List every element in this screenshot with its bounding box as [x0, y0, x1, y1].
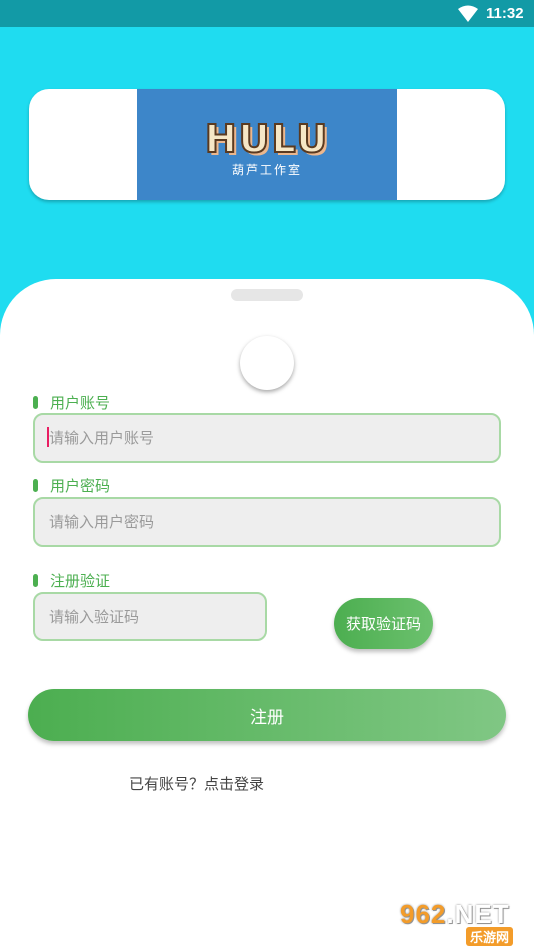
account-input[interactable]: [33, 413, 501, 463]
account-label-text: 用户账号: [50, 393, 111, 412]
watermark-domain: .NET: [446, 899, 510, 929]
status-bar: 11:32: [0, 0, 534, 27]
wifi-icon: [458, 5, 478, 22]
logo-wordmark: HULU: [204, 116, 330, 162]
verify-label: 注册验证: [33, 570, 110, 590]
sheet-handle: [231, 289, 303, 301]
login-link[interactable]: 已有账号？点击登录: [129, 773, 264, 794]
password-input[interactable]: [33, 497, 501, 547]
watermark-logo: 962.NET: [400, 899, 510, 930]
password-label-text: 用户密码: [50, 476, 111, 495]
watermark-number: 962: [400, 899, 447, 929]
watermark-site-name: 乐游网: [466, 927, 514, 946]
label-marker-icon: [33, 395, 38, 409]
verify-code-input[interactable]: [33, 592, 267, 641]
status-time: 11:32: [486, 5, 524, 22]
get-code-button[interactable]: 获取验证码: [334, 598, 433, 649]
label-marker-icon: [33, 573, 38, 587]
label-marker-icon: [33, 478, 38, 492]
logo-card: HULU 葫芦工作室: [29, 89, 505, 200]
avatar[interactable]: [240, 336, 294, 390]
site-watermark: 962.NET 乐游网: [394, 899, 530, 946]
register-button[interactable]: 注册: [28, 689, 506, 741]
logo-banner: HULU 葫芦工作室: [137, 89, 397, 200]
verify-label-text: 注册验证: [50, 571, 111, 590]
password-label: 用户密码: [33, 475, 110, 495]
account-label: 用户账号: [33, 392, 110, 412]
logo-subtitle: 葫芦工作室: [231, 163, 302, 177]
text-cursor: [47, 427, 49, 447]
